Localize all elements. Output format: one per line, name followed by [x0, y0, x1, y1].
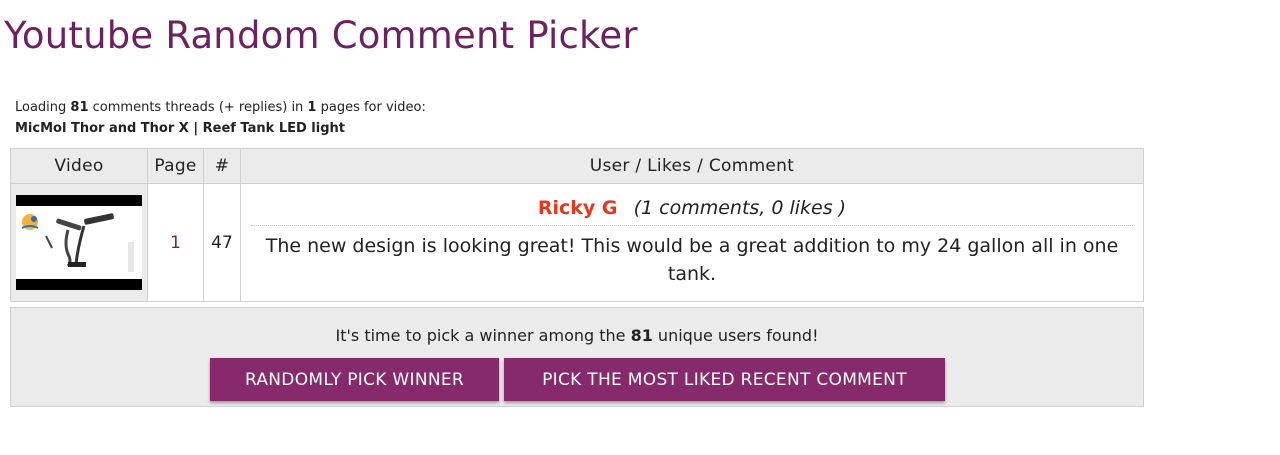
loading-suffix: pages for video:: [316, 100, 426, 115]
most-liked-button[interactable]: PICK THE MOST LIKED RECENT COMMENT: [504, 358, 945, 401]
unique-user-count: 81: [630, 326, 653, 345]
pick-winner-panel: It's time to pick a winner among the 81 …: [10, 307, 1144, 407]
user-stats: (1 comments, 0 likes ): [633, 197, 847, 219]
header-user-likes-comment: User / Likes / Comment: [240, 148, 1144, 184]
header-page: Page: [147, 148, 204, 184]
loading-prefix: Loading: [15, 100, 71, 115]
pick-message: It's time to pick a winner among the 81 …: [11, 326, 1143, 345]
pick-message-prefix: It's time to pick a winner among the: [335, 326, 631, 345]
loading-mid: comments threads (+ replies) in: [88, 100, 308, 115]
user-line: Ricky G (1 comments, 0 likes ): [251, 189, 1133, 226]
username-link[interactable]: Ricky G: [538, 197, 618, 219]
video-thumbnail[interactable]: [16, 195, 142, 290]
comment-cell: Ricky G (1 comments, 0 likes ) The new d…: [240, 183, 1144, 302]
pick-message-suffix: unique users found!: [652, 326, 819, 345]
video-cell: [10, 183, 148, 302]
thread-count: 81: [70, 100, 89, 115]
led-light-image: [21, 213, 134, 272]
results-table: Video Page # User / Likes / Comment 1 47…: [10, 148, 1144, 302]
table-row: 1 47 Ricky G (1 comments, 0 likes ) The …: [10, 183, 1144, 302]
comment-text: The new design is looking great! This wo…: [265, 235, 1119, 285]
table-header-row: Video Page # User / Likes / Comment: [10, 148, 1144, 184]
video-title: MicMol Thor and Thor X | Reef Tank LED l…: [15, 121, 345, 136]
header-index: #: [203, 148, 241, 184]
page-cell: 1: [147, 183, 204, 302]
header-video: Video: [10, 148, 148, 184]
page-title: Youtube Random Comment Picker: [4, 14, 638, 57]
index-cell: 47: [203, 183, 241, 302]
loading-status: Loading 81 comments threads (+ replies) …: [15, 97, 426, 139]
random-pick-button[interactable]: RANDOMLY PICK WINNER: [210, 358, 499, 401]
